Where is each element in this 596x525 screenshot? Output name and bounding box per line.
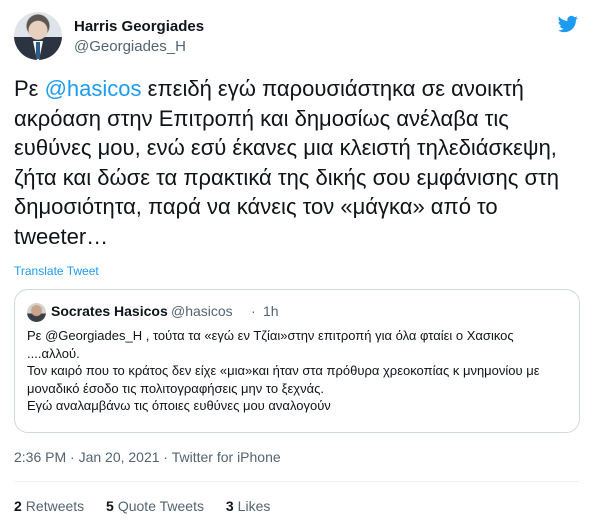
author-handle[interactable]: @Georgiades_H: [74, 38, 186, 55]
tweet-mention-link[interactable]: @hasicos: [45, 76, 142, 101]
likes-stat[interactable]: 3 Likes: [226, 498, 270, 514]
quote-tweets-label: Quote Tweets: [117, 498, 204, 514]
tweet-header: Harris Georgiades @Georgiades_H: [14, 12, 582, 64]
quote-tweets-count: 5: [106, 498, 114, 514]
tweet-stats: 2 Retweets 5 Quote Tweets 3 Likes: [14, 498, 288, 514]
avatar-tie: [36, 42, 40, 59]
quoted-text: Ρε @Georgiades_H , τούτα τα «εγώ εν Τζία…: [27, 328, 540, 413]
quoted-time: 1h: [263, 303, 279, 319]
likes-label: Likes: [237, 498, 271, 514]
retweets-stat[interactable]: 2 Retweets: [14, 498, 84, 514]
retweets-count: 2: [14, 498, 22, 514]
quoted-separator: ·: [251, 303, 256, 319]
translate-tweet-link[interactable]: Translate Tweet: [14, 264, 99, 278]
retweets-label: Retweets: [25, 498, 85, 514]
author-name[interactable]: Harris Georgiades: [74, 18, 204, 35]
divider: [14, 481, 580, 482]
quote-tweets-stat[interactable]: 5 Quote Tweets: [106, 498, 204, 514]
likes-count: 3: [225, 498, 234, 514]
quoted-tweet[interactable]: Socrates Hasicos @hasicos · 1h Ρε @Georg…: [14, 289, 580, 433]
author-avatar[interactable]: [14, 12, 62, 60]
tweet-prefix: Ρε: [14, 76, 45, 101]
tweet-body: επειδή εγώ παρουσιάστηκα σε ανοικτή ακρό…: [14, 76, 559, 249]
quoted-author-handle: @hasicos: [171, 303, 233, 319]
tweet-text: Ρε @hasicos επειδή εγώ παρουσιάστηκα σε …: [14, 74, 580, 251]
twitter-bird-icon[interactable]: [556, 14, 580, 34]
tweet-timestamp[interactable]: 2:36 PM · Jan 20, 2021 · Twitter for iPh…: [14, 449, 281, 465]
quoted-author-avatar: [27, 303, 46, 322]
quoted-author-name: Socrates Hasicos: [51, 303, 168, 319]
